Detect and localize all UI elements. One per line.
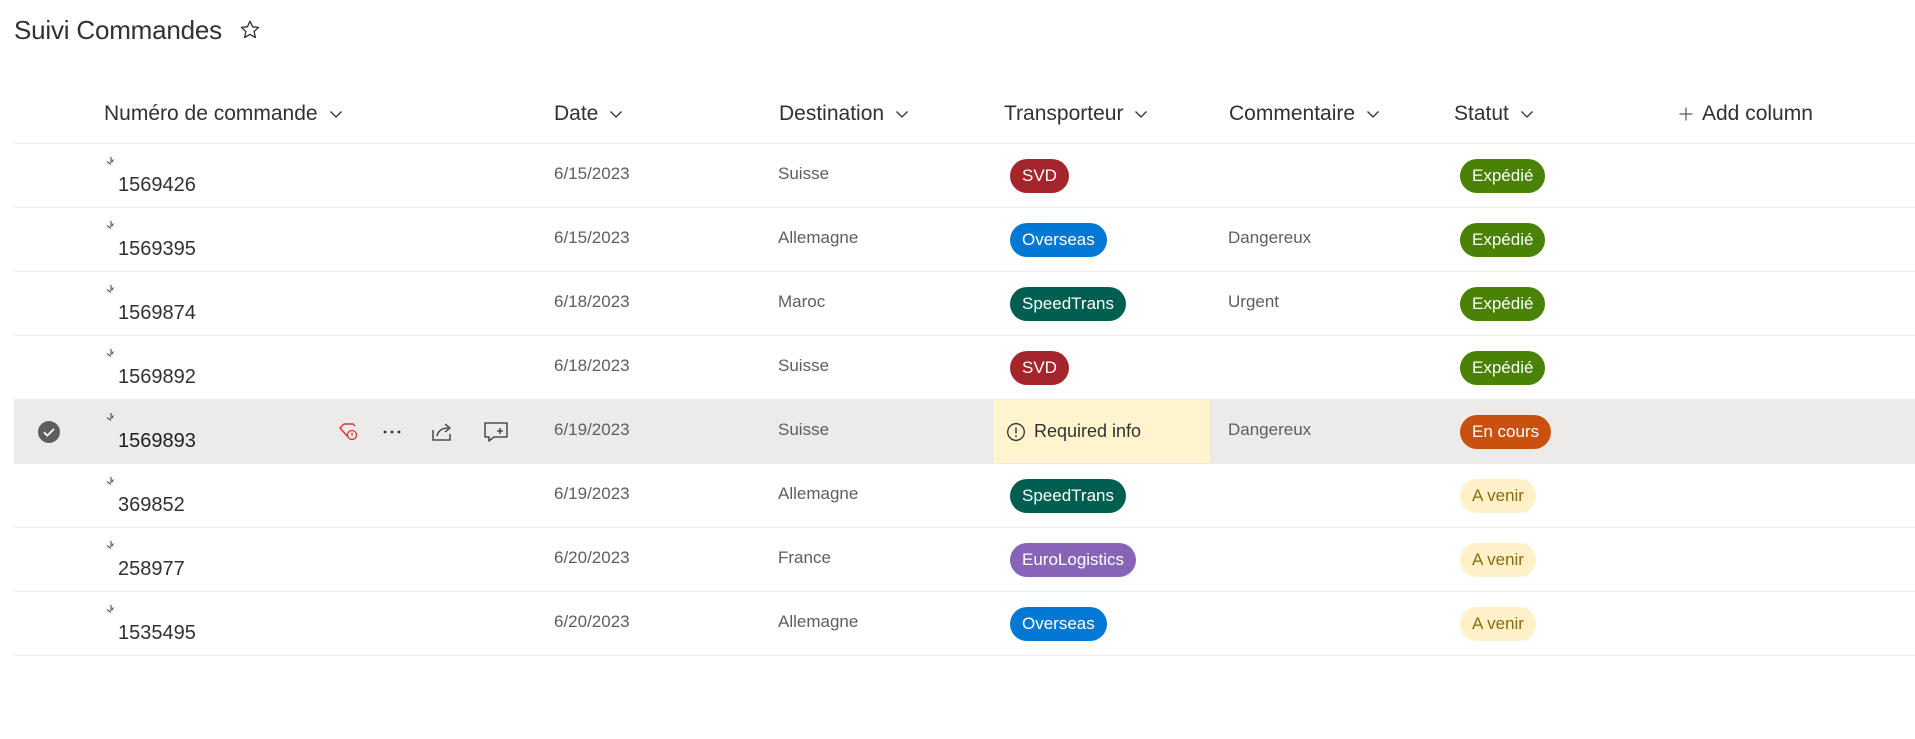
add-column-label: Add column: [1702, 102, 1813, 125]
new-item-icon: [106, 541, 114, 549]
table-row-selected[interactable]: 1569893 6/19/2023 Suisse Required info D…: [14, 400, 1915, 464]
more-options-button[interactable]: [378, 418, 406, 446]
add-column-button[interactable]: Add column: [1678, 100, 1813, 128]
status-pill: Expédié: [1460, 351, 1546, 385]
new-item-icon: [106, 349, 114, 357]
new-item-icon: [106, 157, 114, 165]
share-button[interactable]: [428, 418, 456, 446]
status-pill: A venir: [1460, 479, 1536, 513]
table-row[interactable]: 1569892 6/18/2023 Suisse SVD Expédié: [14, 336, 1915, 400]
plus-icon: [1679, 107, 1693, 121]
page-title: Suivi Commandes: [14, 14, 222, 45]
status-pill: A venir: [1460, 607, 1536, 641]
row-actions: [334, 418, 510, 446]
table-row[interactable]: 1535495 6/20/2023 Allemagne Overseas A v…: [14, 592, 1915, 656]
destination-cell: Maroc: [778, 292, 826, 311]
destination-cell: Suisse: [778, 164, 830, 183]
new-item-icon: [106, 605, 114, 613]
date-cell: 6/15/2023: [554, 164, 630, 183]
list-grid: Numéro de commande Date Destination Tran…: [14, 90, 1915, 656]
carrier-pill: Overseas: [1010, 223, 1107, 257]
date-cell: 6/18/2023: [554, 356, 630, 375]
status-pill: Expédié: [1460, 287, 1546, 321]
column-header-status[interactable]: Statut: [1454, 100, 1535, 128]
chevron-down-icon: [1367, 111, 1380, 118]
carrier-pill: Overseas: [1010, 607, 1107, 641]
table-row[interactable]: 1569395 6/15/2023 Allemagne Overseas Dan…: [14, 208, 1915, 272]
carrier-pill: SVD: [1010, 351, 1069, 385]
date-cell: 6/19/2023: [554, 420, 630, 439]
order-number-link[interactable]: 1569395: [118, 238, 196, 261]
comment-cell: Dangereux: [1228, 420, 1312, 439]
table-row[interactable]: 258977 6/20/2023 France EuroLogistics A …: [14, 528, 1915, 592]
list-page: Suivi Commandes Numéro de commande Date …: [0, 0, 1915, 739]
status-pill: A venir: [1460, 543, 1536, 577]
new-item-icon: [106, 285, 114, 293]
more-icon: [383, 430, 401, 434]
column-header-status-label: Statut: [1454, 102, 1509, 125]
destination-cell: Allemagne: [778, 484, 859, 503]
new-item-icon: [106, 221, 114, 229]
carrier-pill: EuroLogistics: [1010, 543, 1137, 577]
chevron-down-icon: [329, 111, 342, 118]
order-number-link[interactable]: 258977: [118, 558, 185, 581]
column-header-date-label: Date: [554, 102, 599, 125]
new-item-icon: [106, 477, 114, 485]
chevron-down-icon: [1135, 111, 1148, 118]
order-number-link[interactable]: 1569426: [118, 174, 196, 197]
column-header-carrier[interactable]: Transporteur: [1004, 100, 1149, 128]
date-cell: 6/15/2023: [554, 228, 630, 247]
column-header-date[interactable]: Date: [554, 100, 624, 128]
date-cell: 6/20/2023: [554, 548, 630, 567]
chevron-down-icon: [896, 111, 909, 118]
row-checkmark-icon[interactable]: [37, 420, 61, 444]
column-header-destination-label: Destination: [779, 102, 885, 125]
destination-cell: Allemagne: [778, 612, 859, 631]
chevron-down-icon: [610, 111, 623, 118]
tag-warning-icon: [339, 423, 358, 441]
status-pill: Expédié: [1460, 223, 1546, 257]
table-row[interactable]: 1569874 6/18/2023 Maroc SpeedTrans Urgen…: [14, 272, 1915, 336]
destination-cell: Suisse: [778, 420, 830, 439]
column-header-order-label: Numéro de commande: [104, 102, 318, 125]
alert-circle-icon: [1007, 422, 1025, 441]
order-number-link[interactable]: 1569892: [118, 366, 196, 389]
table-row[interactable]: 1569426 6/15/2023 Suisse SVD Expédié: [14, 144, 1915, 208]
carrier-pill: SpeedTrans: [1010, 287, 1126, 321]
title-bar: Suivi Commandes: [14, 12, 262, 48]
destination-cell: France: [778, 548, 831, 567]
required-info-label: Required info: [1034, 421, 1142, 441]
column-header-order[interactable]: Numéro de commande: [104, 100, 344, 128]
required-info-cell[interactable]: Required info: [994, 400, 1210, 463]
date-cell: 6/20/2023: [554, 612, 630, 631]
destination-cell: Allemagne: [778, 228, 859, 247]
flag-button[interactable]: [334, 418, 362, 446]
date-cell: 6/18/2023: [554, 292, 630, 311]
share-icon: [432, 423, 451, 441]
comment-add-icon: [484, 422, 508, 442]
chevron-down-icon: [1520, 111, 1533, 118]
column-header-row: Numéro de commande Date Destination Tran…: [14, 90, 1915, 144]
column-header-carrier-label: Transporteur: [1004, 102, 1124, 125]
comment-cell: Dangereux: [1228, 228, 1312, 247]
order-number-link[interactable]: 369852: [118, 494, 185, 517]
order-number-link[interactable]: 1569893: [118, 430, 196, 453]
column-header-comment-label: Commentaire: [1229, 102, 1356, 125]
order-number-link[interactable]: 1569874: [118, 302, 196, 325]
comment-button[interactable]: [482, 418, 510, 446]
column-header-comment[interactable]: Commentaire: [1229, 100, 1381, 128]
date-cell: 6/19/2023: [554, 484, 630, 503]
carrier-pill: SpeedTrans: [1010, 479, 1126, 513]
carrier-pill: SVD: [1010, 159, 1069, 193]
column-header-destination[interactable]: Destination: [779, 100, 910, 128]
new-item-icon: [106, 413, 114, 421]
table-row[interactable]: 369852 6/19/2023 Allemagne SpeedTrans A …: [14, 464, 1915, 528]
status-pill: En cours: [1460, 415, 1552, 449]
comment-cell: Urgent: [1228, 292, 1280, 311]
favorite-star-icon[interactable]: [238, 18, 262, 42]
destination-cell: Suisse: [778, 356, 830, 375]
status-pill: Expédié: [1460, 159, 1546, 193]
order-number-link[interactable]: 1535495: [118, 622, 196, 645]
